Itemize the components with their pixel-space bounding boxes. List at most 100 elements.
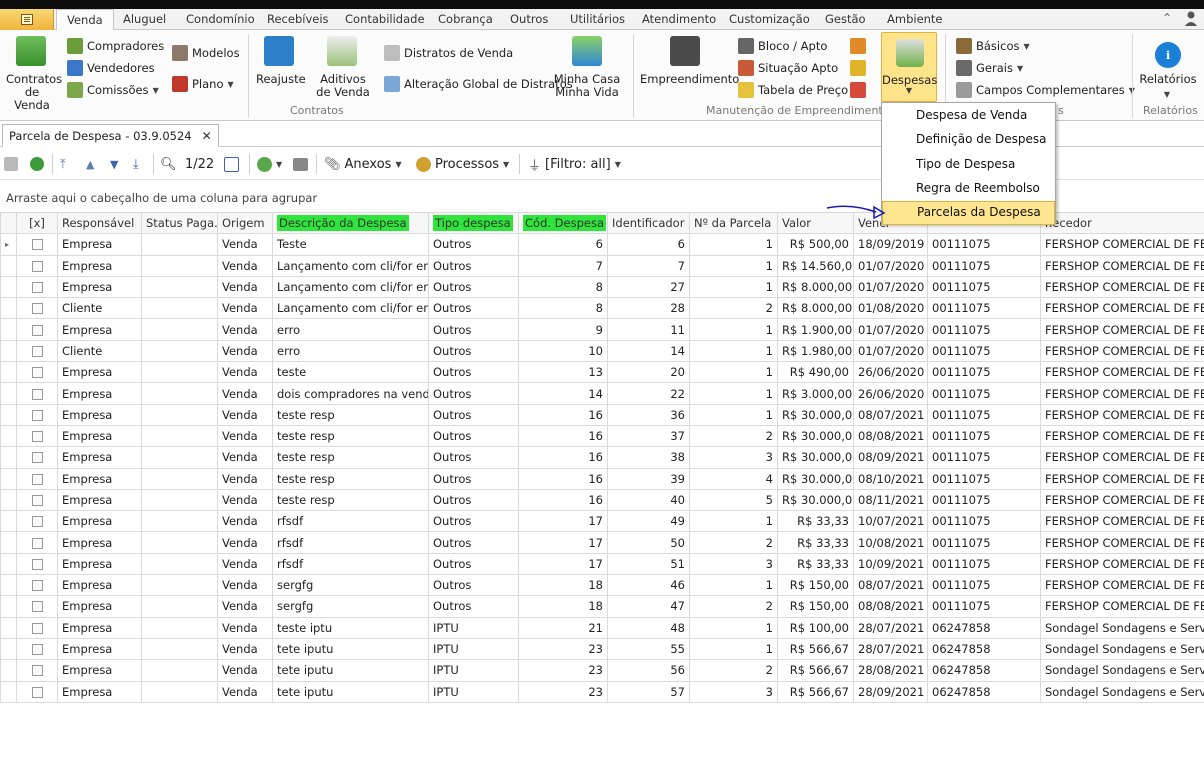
cell-tipo-despesa[interactable]: Outros bbox=[428, 424, 519, 448]
despesas-button[interactable]: Despesas ▼ bbox=[881, 32, 937, 102]
small-action-icon[interactable] bbox=[850, 82, 866, 98]
cell-fornecedor[interactable]: FERSHOP COMERCIAL DE FERRA bbox=[1040, 275, 1204, 299]
compradores-button[interactable]: Compradores bbox=[67, 38, 164, 54]
cell-identificador[interactable]: 37 bbox=[607, 424, 690, 448]
row-checkbox[interactable] bbox=[31, 580, 43, 592]
cell-valor[interactable]: R$ 500,00 bbox=[777, 233, 854, 256]
cell-origem[interactable]: Venda bbox=[217, 446, 273, 469]
cell-valor[interactable]: R$ 3.000,00 bbox=[777, 382, 854, 405]
cell-valor[interactable]: R$ 150,00 bbox=[777, 574, 854, 597]
cell-responsavel[interactable]: Empresa bbox=[57, 382, 142, 405]
cell-n-parcela[interactable]: 3 bbox=[689, 446, 778, 469]
cell-origem[interactable]: Venda bbox=[217, 361, 273, 384]
collapse-ribbon-icon[interactable]: ⌃ bbox=[1162, 11, 1172, 25]
cell-status-pagamento[interactable] bbox=[141, 424, 218, 448]
cell-responsavel[interactable]: Empresa bbox=[57, 467, 142, 490]
cell-tipo-despesa[interactable]: Outros bbox=[428, 510, 519, 533]
cell-descricao[interactable]: dois compradores na venda bbox=[272, 382, 429, 405]
cell-cod-despesa[interactable]: 23 bbox=[518, 659, 608, 682]
cell-valor[interactable]: R$ 100,00 bbox=[777, 616, 854, 639]
cell-identificador[interactable]: 11 bbox=[607, 318, 690, 341]
cell-hidden[interactable]: 00111075 bbox=[927, 275, 1041, 299]
cell-descricao[interactable]: teste resp bbox=[272, 403, 429, 426]
cell-cod-despesa[interactable]: 23 bbox=[518, 637, 608, 661]
column-header-status-pagamento[interactable]: Status Paga... bbox=[141, 211, 218, 235]
cell-fornecedor[interactable]: FERSHOP COMERCIAL DE FERRA bbox=[1040, 552, 1204, 576]
cell-fornecedor[interactable]: FERSHOP COMERCIAL DE FERRA bbox=[1040, 488, 1204, 512]
cell-status-pagamento[interactable] bbox=[141, 254, 218, 277]
bloco-apto-button[interactable]: Bloco / Apto bbox=[738, 38, 827, 54]
cell-responsavel[interactable]: Empresa bbox=[57, 254, 142, 277]
row-checkbox[interactable] bbox=[31, 644, 43, 656]
cell-tipo-despesa[interactable]: IPTU bbox=[428, 680, 519, 703]
cell-responsavel[interactable]: Empresa bbox=[57, 659, 142, 682]
cell-fornecedor[interactable]: Sondagel Sondagens e Serviços L bbox=[1040, 637, 1204, 661]
cell-descricao[interactable]: rfsdf bbox=[272, 510, 429, 533]
cell-fornecedor[interactable]: FERSHOP COMERCIAL DE FERRA bbox=[1040, 361, 1204, 384]
cell-status-pagamento[interactable] bbox=[141, 637, 218, 661]
table-row[interactable]: Empresa Venda teste resp Outros 16 38 3 R$ 30.0… bbox=[0, 446, 1204, 469]
user-icon[interactable] bbox=[1184, 10, 1198, 26]
cell-status-pagamento[interactable] bbox=[141, 275, 218, 299]
alteracao-global-button[interactable]: Alteração Global de Distratos bbox=[384, 76, 573, 92]
tab-atendimento[interactable]: Atendimento bbox=[642, 12, 716, 26]
cell-cod-despesa[interactable]: 16 bbox=[518, 488, 608, 512]
cell-origem[interactable]: Venda bbox=[217, 297, 273, 320]
column-header-n-parcela[interactable]: Nº da Parcela bbox=[689, 211, 778, 235]
cell-status-pagamento[interactable] bbox=[141, 574, 218, 597]
row-checkbox[interactable] bbox=[31, 516, 43, 528]
cell-fornecedor[interactable]: FERSHOP COMERCIAL DE FERRA bbox=[1040, 297, 1204, 320]
previous-page-icon[interactable]: ▲ bbox=[86, 155, 94, 173]
cell-status-pagamento[interactable] bbox=[141, 616, 218, 639]
cell-valor[interactable]: R$ 33,33 bbox=[777, 510, 854, 533]
menu-item-regra-de-reembolso[interactable]: Regra de Reembolso bbox=[882, 176, 1055, 200]
cell-origem[interactable]: Venda bbox=[217, 424, 273, 448]
cell-hidden[interactable]: 00111075 bbox=[927, 446, 1041, 469]
cell-valor[interactable]: R$ 566,67 bbox=[777, 659, 854, 682]
cell-identificador[interactable]: 55 bbox=[607, 637, 690, 661]
tab-aluguel[interactable]: Aluguel bbox=[123, 12, 166, 26]
cell-status-pagamento[interactable] bbox=[141, 659, 218, 682]
cell-cod-despesa[interactable]: 16 bbox=[518, 403, 608, 426]
row-checkbox[interactable] bbox=[31, 367, 43, 379]
cell-descricao[interactable]: Lançamento com cli/for errado bbox=[272, 275, 429, 299]
cell-vencimento[interactable]: 08/09/2021 bbox=[853, 446, 928, 469]
cell-vencimento[interactable]: 01/08/2020 bbox=[853, 297, 928, 320]
table-row[interactable]: Empresa Venda sergfg Outros 18 47 2 R$ 150,00 08… bbox=[0, 595, 1204, 618]
processos-button[interactable]: Processos ▼ bbox=[416, 155, 509, 173]
cell-vencimento[interactable]: 08/07/2021 bbox=[853, 403, 928, 426]
cell-hidden[interactable]: 06247858 bbox=[927, 659, 1041, 682]
cell-responsavel[interactable]: Empresa bbox=[57, 424, 142, 448]
cell-hidden[interactable]: 00111075 bbox=[927, 318, 1041, 341]
cell-tipo-despesa[interactable]: Outros bbox=[428, 531, 519, 554]
cell-descricao[interactable]: teste resp bbox=[272, 424, 429, 448]
modelos-button[interactable]: Modelos bbox=[172, 45, 240, 61]
cell-descricao[interactable]: teste iptu bbox=[272, 616, 429, 639]
cell-vencimento[interactable]: 01/07/2020 bbox=[853, 275, 928, 299]
cell-descricao[interactable]: sergfg bbox=[272, 595, 429, 618]
cell-descricao[interactable]: Lançamento com cli/for errado bbox=[272, 297, 429, 320]
cell-descricao[interactable]: teste bbox=[272, 361, 429, 384]
cell-status-pagamento[interactable] bbox=[141, 403, 218, 426]
cell-identificador[interactable]: 40 bbox=[607, 488, 690, 512]
cell-origem[interactable]: Venda bbox=[217, 659, 273, 682]
cell-origem[interactable]: Venda bbox=[217, 616, 273, 639]
table-row[interactable]: Empresa Venda tete iputu IPTU 23 56 2 R$ 566,67… bbox=[0, 659, 1204, 682]
cell-hidden[interactable]: 00111075 bbox=[927, 361, 1041, 384]
cell-responsavel[interactable]: Empresa bbox=[57, 680, 142, 703]
cell-descricao[interactable]: teste resp bbox=[272, 467, 429, 490]
calendar-icon[interactable] bbox=[224, 155, 239, 173]
cell-fornecedor[interactable]: FERSHOP COMERCIAL DE FERRA bbox=[1040, 510, 1204, 533]
cell-identificador[interactable]: 36 bbox=[607, 403, 690, 426]
cell-cod-despesa[interactable]: 6 bbox=[518, 233, 608, 256]
cell-identificador[interactable]: 46 bbox=[607, 574, 690, 597]
row-checkbox[interactable] bbox=[31, 537, 43, 549]
cell-valor[interactable]: R$ 8.000,00 bbox=[777, 297, 854, 320]
cell-status-pagamento[interactable] bbox=[141, 510, 218, 533]
tab-venda[interactable]: Venda bbox=[56, 9, 114, 31]
cell-status-pagamento[interactable] bbox=[141, 361, 218, 384]
column-header-identificador[interactable]: Identificador bbox=[607, 211, 690, 235]
table-row[interactable]: Empresa Venda teste resp Outros 16 39 4 R$ 30.0… bbox=[0, 467, 1204, 490]
cell-status-pagamento[interactable] bbox=[141, 318, 218, 341]
cell-valor[interactable]: R$ 30.000,00 bbox=[777, 488, 854, 512]
